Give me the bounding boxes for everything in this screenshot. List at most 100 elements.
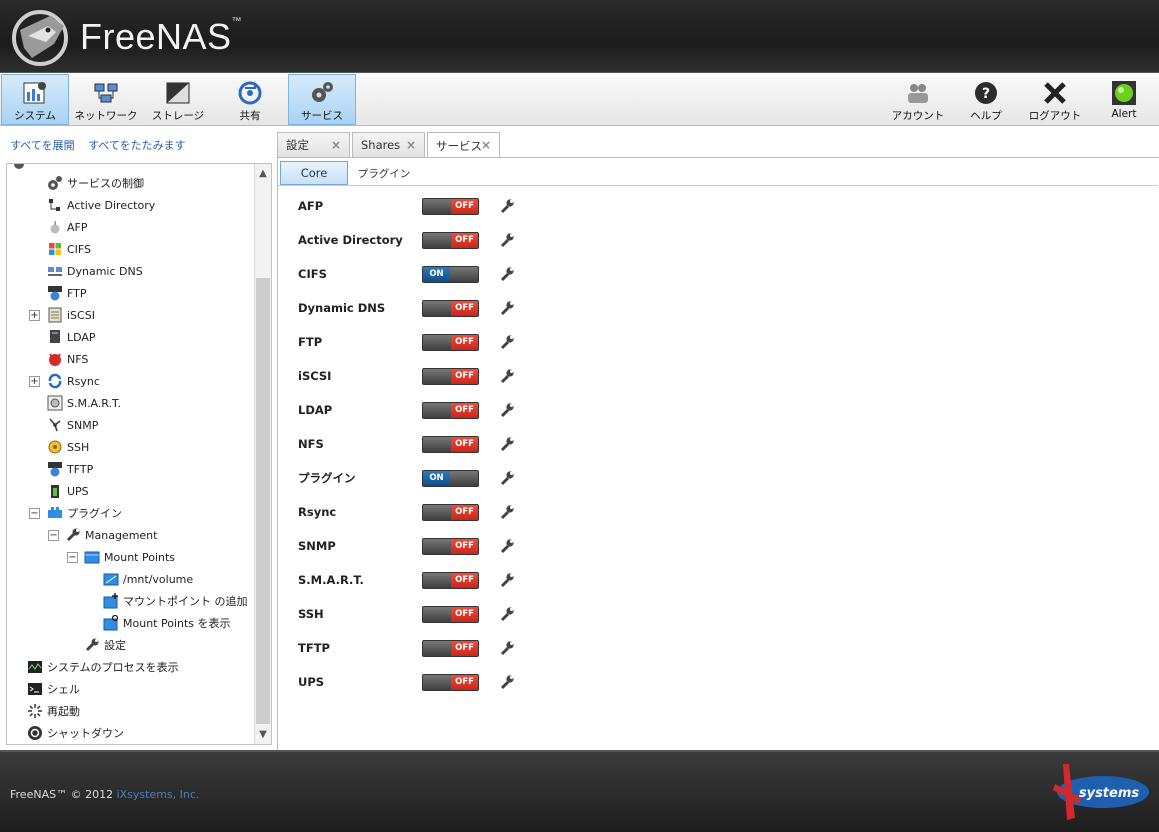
wrench-icon[interactable] bbox=[499, 470, 515, 486]
wrench-icon[interactable] bbox=[499, 334, 515, 350]
wrench-icon[interactable] bbox=[499, 232, 515, 248]
close-icon[interactable]: × bbox=[331, 138, 341, 152]
service-name: NFS bbox=[298, 437, 324, 451]
service-toggle[interactable]: OFF bbox=[422, 673, 479, 691]
tree-item-management[interactable]: Management bbox=[65, 525, 157, 545]
toolbar-help-button[interactable]: ? ヘルプ bbox=[952, 74, 1020, 125]
tree-scrollbar[interactable]: ▲ ▼ bbox=[254, 164, 271, 744]
toggle-state-label: OFF bbox=[451, 198, 478, 214]
tree-item-mnt-volume[interactable]: /mnt/volume bbox=[103, 569, 193, 589]
tab-settings[interactable]: 設定 × bbox=[277, 132, 350, 157]
service-toggle[interactable]: OFF bbox=[422, 435, 479, 453]
service-toggle[interactable]: OFF bbox=[422, 401, 479, 419]
subtab-plugins[interactable]: プラグイン bbox=[352, 161, 416, 185]
wrench-icon[interactable] bbox=[499, 368, 515, 384]
service-toggle[interactable]: OFF bbox=[422, 639, 479, 657]
wrench-icon bbox=[84, 637, 100, 653]
toggle-state-label: OFF bbox=[451, 606, 478, 622]
tree-item-plugin-settings[interactable]: 設定 bbox=[84, 635, 126, 655]
tree-root-row bbox=[11, 164, 31, 174]
alert-icon bbox=[1112, 81, 1136, 105]
plugins-collapse-toggle[interactable]: − bbox=[29, 508, 40, 519]
scroll-up-icon[interactable]: ▲ bbox=[255, 166, 271, 182]
management-collapse-toggle[interactable]: − bbox=[48, 530, 59, 541]
wrench-icon[interactable] bbox=[499, 198, 515, 214]
tree-item-ups[interactable]: UPS bbox=[47, 481, 89, 501]
tree-item-nfs[interactable]: NFS bbox=[47, 349, 88, 369]
tab-services[interactable]: サービス × bbox=[427, 132, 500, 158]
tree-item-afp[interactable]: AFP bbox=[47, 217, 88, 237]
toolbar-sharing-button[interactable]: 共有 bbox=[216, 74, 284, 125]
mount-points-collapse-toggle[interactable]: − bbox=[67, 552, 78, 563]
toolbar-storage-button[interactable]: ストレージ bbox=[144, 74, 212, 125]
tree-item-ldap[interactable]: LDAP bbox=[47, 327, 96, 347]
tree-item-ftp[interactable]: FTP bbox=[47, 283, 87, 303]
subtab-core[interactable]: Core bbox=[280, 161, 348, 185]
tree-item-reboot[interactable]: 再起動 bbox=[27, 701, 80, 721]
service-toggle[interactable]: ON bbox=[422, 469, 479, 487]
service-toggle[interactable]: OFF bbox=[422, 231, 479, 249]
service-toggle[interactable]: OFF bbox=[422, 503, 479, 521]
wrench-icon[interactable] bbox=[499, 606, 515, 622]
wrench-icon[interactable] bbox=[499, 266, 515, 282]
company-link[interactable]: iXsystems, Inc. bbox=[117, 788, 200, 801]
gears-icon bbox=[11, 164, 27, 172]
tree-item-service-control[interactable]: サービスの制御 bbox=[47, 173, 144, 193]
close-icon[interactable]: × bbox=[481, 138, 491, 152]
wrench-icon[interactable] bbox=[499, 402, 515, 418]
tree-item-rsync[interactable]: Rsync bbox=[47, 371, 100, 391]
tree-item-smart[interactable]: S.M.A.R.T. bbox=[47, 393, 121, 413]
service-row: TFTP OFF bbox=[298, 638, 515, 658]
tree-item-shell[interactable]: シェル bbox=[27, 679, 80, 699]
service-toggle[interactable]: OFF bbox=[422, 299, 479, 317]
service-toggle[interactable]: OFF bbox=[422, 367, 479, 385]
expand-all-link[interactable]: すべてを展開 bbox=[10, 139, 75, 152]
tree-item-plugins[interactable]: プラグイン bbox=[47, 503, 122, 523]
tree-item-snmp[interactable]: SNMP bbox=[47, 415, 98, 435]
service-toggle[interactable]: OFF bbox=[422, 197, 479, 215]
scrollbar-thumb[interactable] bbox=[256, 278, 270, 724]
tree-item-ssh[interactable]: SSH bbox=[47, 437, 89, 457]
wrench-icon[interactable] bbox=[499, 640, 515, 656]
tree-item-view-mount-points[interactable]: Mount Points を表示 bbox=[103, 613, 231, 633]
toolbar-system-button[interactable]: システム bbox=[1, 74, 69, 125]
tree-item-iscsi[interactable]: iSCSI bbox=[47, 305, 95, 325]
toolbar-logout-button[interactable]: ログアウト bbox=[1021, 74, 1089, 125]
service-toggle[interactable]: OFF bbox=[422, 605, 479, 623]
app-footer: FreeNAS™ © 2012 iXsystems, Inc. systems bbox=[0, 750, 1159, 832]
tree-item-add-mount-point[interactable]: マウントポイント の追加 bbox=[103, 591, 248, 611]
wrench-icon[interactable] bbox=[499, 572, 515, 588]
service-toggle[interactable]: OFF bbox=[422, 571, 479, 589]
toggle-state-label: ON bbox=[423, 470, 450, 486]
toolbar-account-button[interactable]: アカウント bbox=[884, 74, 952, 125]
wrench-icon[interactable] bbox=[499, 538, 515, 554]
collapse-all-link[interactable]: すべてをたたみます bbox=[88, 139, 186, 152]
toolbar-alert-button[interactable]: Alert bbox=[1090, 74, 1158, 125]
tree-item-process-view[interactable]: システムのプロセスを表示 bbox=[27, 657, 179, 677]
close-icon[interactable]: × bbox=[406, 138, 416, 152]
service-name: FTP bbox=[298, 335, 323, 349]
main-toolbar: システム ネットワーク ストレージ 共有 サービス アカウント ? ヘルプ ログ… bbox=[0, 73, 1159, 126]
wrench-icon[interactable] bbox=[499, 674, 515, 690]
tree-item-dynamic-dns[interactable]: Dynamic DNS bbox=[47, 261, 143, 281]
tree-item-shutdown[interactable]: シャットダウン bbox=[27, 723, 124, 743]
service-name: Dynamic DNS bbox=[298, 301, 386, 315]
toolbar-network-button[interactable]: ネットワーク bbox=[72, 74, 140, 125]
tree-item-active-directory[interactable]: Active Directory bbox=[47, 195, 155, 215]
wrench-icon[interactable] bbox=[499, 504, 515, 520]
rsync-expand-toggle[interactable]: + bbox=[29, 376, 40, 387]
service-toggle[interactable]: ON bbox=[422, 265, 479, 283]
wrench-icon[interactable] bbox=[499, 300, 515, 316]
iscsi-expand-toggle[interactable]: + bbox=[29, 310, 40, 321]
service-toggle[interactable]: OFF bbox=[422, 537, 479, 555]
service-name: Active Directory bbox=[298, 233, 403, 247]
tree-item-mount-points[interactable]: Mount Points bbox=[84, 547, 175, 567]
scroll-down-icon[interactable]: ▼ bbox=[255, 727, 271, 743]
tree-item-cifs[interactable]: CIFS bbox=[47, 239, 91, 259]
tree-item-tftp[interactable]: TFTP bbox=[47, 459, 93, 479]
service-name: S.M.A.R.T. bbox=[298, 573, 364, 587]
service-toggle[interactable]: OFF bbox=[422, 333, 479, 351]
toolbar-services-button[interactable]: サービス bbox=[288, 74, 356, 125]
wrench-icon[interactable] bbox=[499, 436, 515, 452]
tab-shares[interactable]: Shares × bbox=[352, 132, 425, 157]
